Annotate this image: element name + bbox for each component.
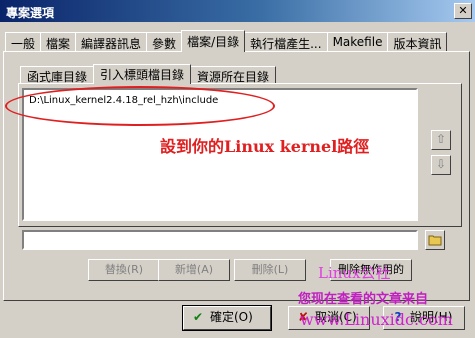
annotation-text: 設到你的Linux kernel路徑 xyxy=(160,137,370,156)
tab-files[interactable]: 檔案 xyxy=(40,32,77,52)
move-up-button[interactable]: ⇧ xyxy=(431,130,451,150)
tab-general[interactable]: 一般 xyxy=(5,32,42,52)
replace-button[interactable]: 替換(R) xyxy=(88,259,160,281)
browse-button[interactable] xyxy=(425,230,445,250)
add-button[interactable]: 新增(A) xyxy=(158,259,230,281)
tab-compiler-messages[interactable]: 編譯器訊息 xyxy=(75,32,148,52)
watermark-line1: Linux公社 xyxy=(318,264,391,282)
tab-makefile[interactable]: Makefile xyxy=(326,32,389,52)
watermark-line3: www.Linuxidc.com xyxy=(300,310,453,329)
tab-build-output[interactable]: 執行檔產生... xyxy=(244,32,328,52)
folder-icon xyxy=(428,235,442,246)
tab-library-dirs[interactable]: 函式庫目錄 xyxy=(20,66,95,84)
ok-button[interactable]: ✔ 確定(O) xyxy=(182,305,272,331)
checkmark-icon: ✔ xyxy=(192,310,204,324)
delete-button[interactable]: 刪除(L) xyxy=(234,259,306,281)
ok-label: 確定(O) xyxy=(210,310,253,324)
tab-files-directories[interactable]: 檔案/目錄 xyxy=(181,30,246,52)
tab-resource-dirs[interactable]: 資源所在目錄 xyxy=(190,66,277,84)
tab-parameters[interactable]: 參數 xyxy=(146,32,183,52)
directory-path-input[interactable] xyxy=(22,230,418,250)
move-down-button[interactable]: ⇩ xyxy=(431,155,451,175)
annotation-ellipse xyxy=(5,86,275,126)
tab-version-info[interactable]: 版本資訊 xyxy=(387,32,448,52)
watermark-line2: 您现在查看的文章来自 xyxy=(298,292,429,307)
outer-tab-strip: 一般 檔案 編譯器訊息 參數 檔案/目錄 執行檔產生... Makefile 版… xyxy=(5,30,448,52)
arrow-up-icon: ⇧ xyxy=(435,132,447,146)
close-icon: ✕ xyxy=(458,4,468,17)
close-button[interactable]: ✕ xyxy=(454,3,472,19)
tab-include-dirs[interactable]: 引入標頭檔目錄 xyxy=(93,64,192,84)
title-bar: 專案選項 ✕ xyxy=(0,0,475,22)
window-title: 專案選項 xyxy=(6,6,55,20)
arrow-down-icon: ⇩ xyxy=(435,157,447,171)
inner-tab-strip: 函式庫目錄 引入標頭檔目錄 資源所在目錄 xyxy=(20,64,277,84)
